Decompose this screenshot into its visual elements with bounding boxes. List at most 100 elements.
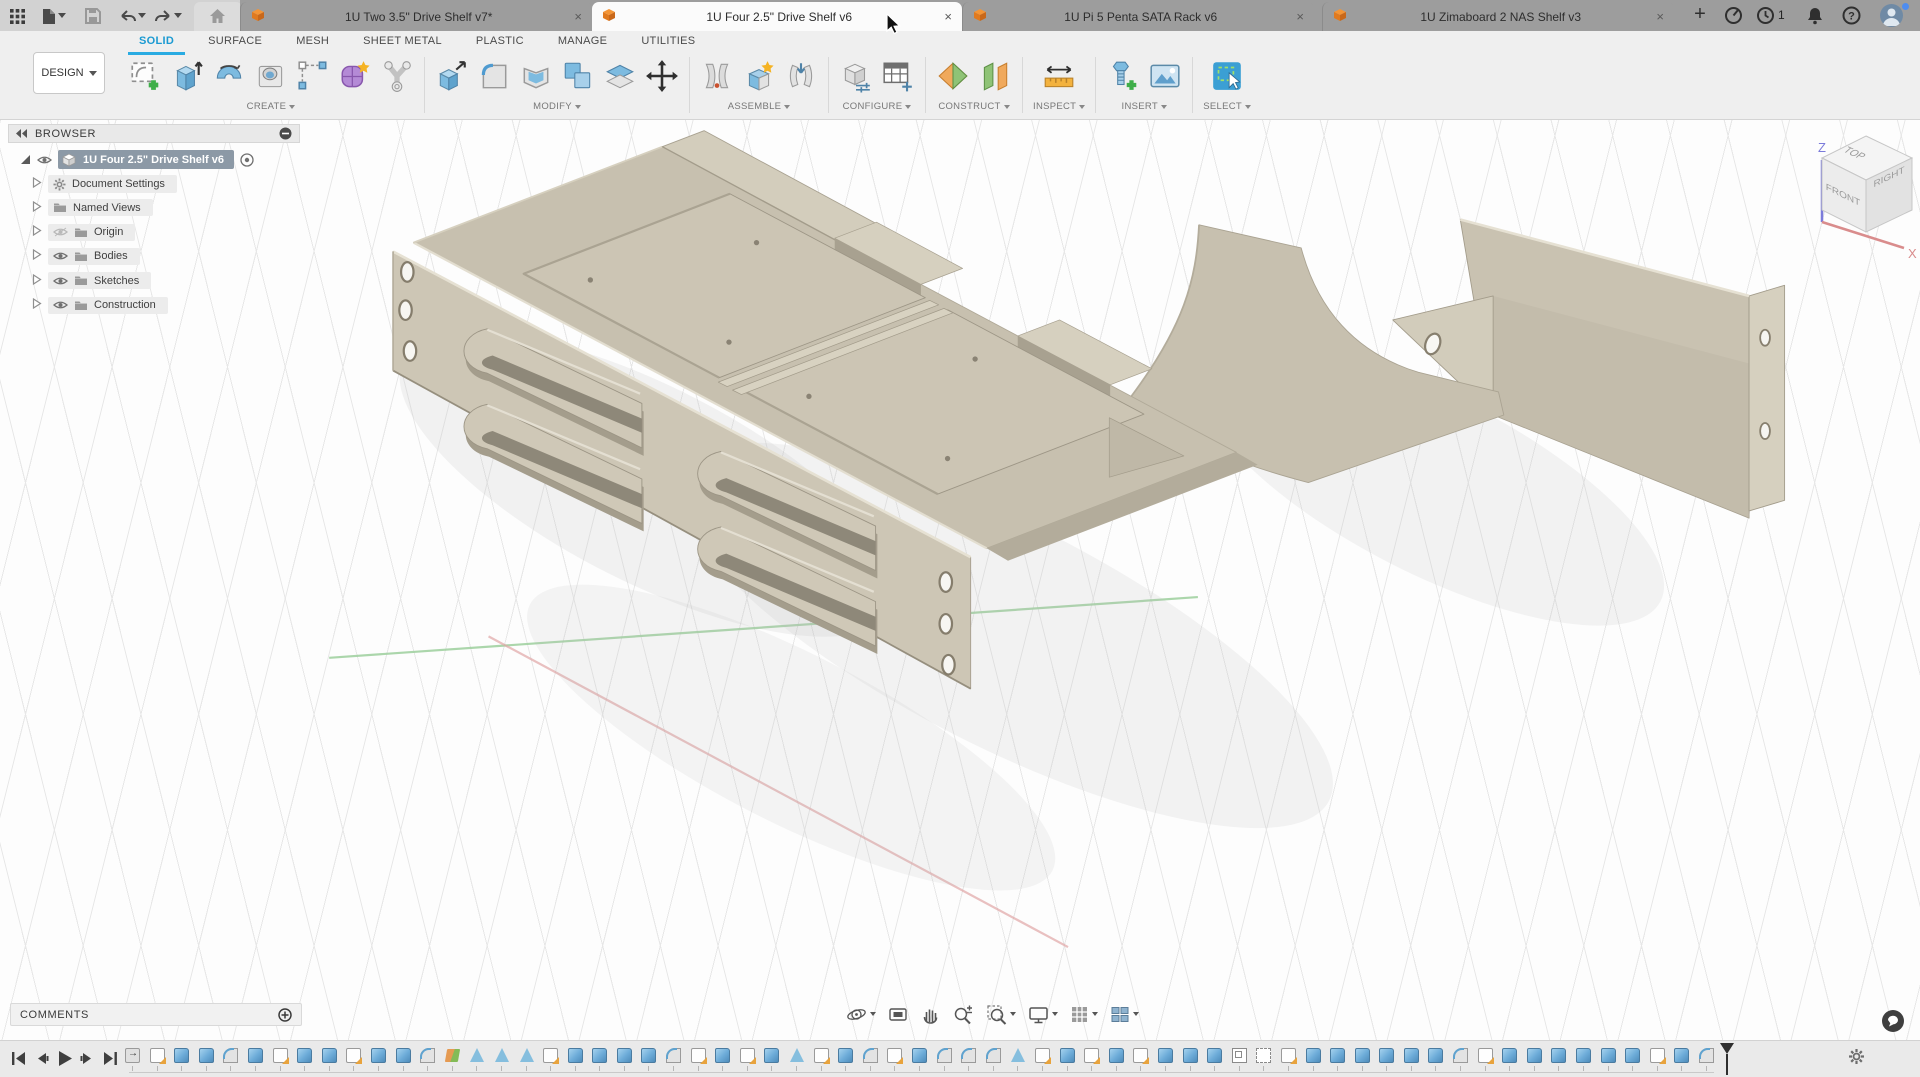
home-icon[interactable] (208, 7, 226, 25)
group-label-assemble[interactable]: ASSEMBLE (728, 101, 791, 112)
zoom-tool[interactable] (949, 1002, 977, 1027)
3d-viewport[interactable] (0, 120, 1920, 1077)
create-sketch-icon[interactable] (128, 59, 162, 93)
handle[interactable] (698, 451, 878, 578)
handle[interactable] (464, 404, 644, 531)
save-icon[interactable] (84, 7, 102, 25)
handle[interactable] (698, 527, 878, 654)
browser-root-item[interactable]: 1U Four 2.5" Drive Shelf v6 (20, 150, 254, 169)
handle[interactable] (464, 329, 644, 456)
window-zoom-menu-caret[interactable] (1010, 1012, 1016, 1016)
timeline-feature-sketch[interactable] (1133, 1047, 1149, 1065)
timeline-feature-ext[interactable] (371, 1047, 387, 1065)
timeline-feature-ext[interactable] (1330, 1047, 1346, 1065)
display-settings-toggle-icon[interactable] (279, 127, 292, 140)
insert-canvas-icon[interactable] (1148, 59, 1182, 93)
expand-root-icon[interactable] (20, 154, 31, 165)
pan-tool[interactable] (917, 1002, 943, 1026)
timeline-feature-ext[interactable] (838, 1047, 854, 1065)
comments-bar[interactable]: COMMENTS (10, 1003, 302, 1026)
timeline-feature-ext[interactable] (199, 1047, 215, 1065)
new-component-icon[interactable] (742, 59, 776, 93)
timeline-feature-mirror[interactable] (445, 1047, 461, 1065)
group-label-construct[interactable]: CONSTRUCT (938, 101, 1009, 112)
browser-item-bodies[interactable]: Bodies (32, 248, 140, 265)
shell-icon[interactable] (519, 59, 553, 93)
timeline-feature-ext[interactable] (1625, 1047, 1641, 1065)
group-label-inspect[interactable]: INSPECT (1033, 101, 1085, 112)
timeline-feature-ext[interactable] (912, 1047, 928, 1065)
timeline-feature-ext[interactable] (1601, 1047, 1617, 1065)
close-tab-icon[interactable]: × (1296, 10, 1304, 23)
timeline-position-marker[interactable] (1720, 1043, 1734, 1075)
timeline-feature-ext[interactable] (568, 1047, 584, 1065)
folder-icon[interactable] (74, 251, 88, 262)
combine-icon[interactable] (561, 59, 595, 93)
display-settings[interactable] (1025, 1003, 1061, 1026)
timeline-feature-sketch[interactable] (740, 1047, 756, 1065)
orbit-tool[interactable] (843, 1002, 879, 1027)
close-tab-icon[interactable]: × (574, 10, 582, 23)
file-menu-caret[interactable] (58, 13, 66, 18)
eye-icon[interactable] (53, 300, 68, 310)
redo-icon[interactable] (154, 7, 172, 25)
timeline-feature-ext[interactable] (1158, 1047, 1174, 1065)
close-tab-icon[interactable]: × (1656, 10, 1664, 23)
viewports-tool[interactable] (1107, 1003, 1142, 1026)
timeline-feature-ext[interactable] (1207, 1047, 1223, 1065)
move-copy-icon[interactable] (645, 59, 679, 93)
timeline-feature-pattern[interactable] (1232, 1047, 1248, 1065)
timeline-feature-ext[interactable] (1379, 1047, 1395, 1065)
browser-item-origin[interactable]: Origin (32, 224, 135, 241)
timeline-feature-ext[interactable] (174, 1047, 190, 1065)
undo-icon[interactable] (118, 7, 136, 25)
timeline-feature-ext[interactable] (1355, 1047, 1371, 1065)
joint-icon[interactable] (700, 59, 734, 93)
timeline-feature-sketch[interactable] (150, 1047, 166, 1065)
timeline-feature-ext[interactable] (1306, 1047, 1322, 1065)
timeline-feature-fil[interactable] (1453, 1047, 1469, 1065)
timeline-feature-fil[interactable] (961, 1047, 977, 1065)
configuration-icon[interactable] (839, 59, 873, 93)
timeline-feature-sketch[interactable] (273, 1047, 289, 1065)
expand-icon[interactable] (32, 225, 44, 239)
document-tab[interactable]: 1U Four 2.5" Drive Shelf v6× (592, 2, 962, 31)
ribbon-tab-utilities[interactable]: UTILITIES (624, 31, 712, 53)
avatar[interactable] (1880, 4, 1903, 27)
timeline-feature-ext[interactable] (396, 1047, 412, 1065)
timeline-feature-ext[interactable] (1576, 1047, 1592, 1065)
new-tab-button[interactable]: + (1688, 3, 1712, 26)
timeline-feature-sketch[interactable] (1084, 1047, 1100, 1065)
group-label-configure[interactable]: CONFIGURE (843, 101, 912, 112)
timeline-feature-draft[interactable] (1010, 1047, 1026, 1065)
timeline-feature-ext[interactable] (1527, 1047, 1543, 1065)
revolve-icon[interactable] (212, 59, 246, 93)
extrude-icon[interactable] (170, 59, 204, 93)
timeline-feature-ext[interactable] (248, 1047, 264, 1065)
clock-icon[interactable] (1756, 6, 1775, 30)
timeline-feature-fil[interactable] (937, 1047, 953, 1065)
group-label-select[interactable]: SELECT (1203, 101, 1251, 112)
add-comment-icon[interactable] (278, 1008, 292, 1022)
measure-icon[interactable] (1042, 59, 1076, 93)
expand-icon[interactable] (32, 274, 44, 288)
viewports-menu-caret[interactable] (1133, 1012, 1139, 1016)
timeline-feature-ext[interactable] (617, 1047, 633, 1065)
timeline-feature-ext[interactable] (297, 1047, 313, 1065)
display-settings-menu-caret[interactable] (1052, 1012, 1058, 1016)
window-zoom-tool[interactable] (983, 1002, 1019, 1027)
fillet-icon[interactable] (477, 59, 511, 93)
select-icon[interactable] (1210, 59, 1244, 93)
timeline-feature-sketch[interactable] (543, 1047, 559, 1065)
undo-menu-caret[interactable] (138, 13, 146, 18)
timeline-feature-fil[interactable] (666, 1047, 682, 1065)
folder-icon[interactable] (74, 275, 88, 286)
expand-icon[interactable] (32, 249, 44, 263)
eye-icon[interactable] (53, 251, 68, 261)
view-cube[interactable]: Z X TOP FRONT RIGHT (1796, 128, 1920, 268)
timeline-feature-form[interactable] (125, 1047, 141, 1065)
timeline-feature-ext[interactable] (641, 1047, 657, 1065)
timeline-feature-draft[interactable] (469, 1047, 485, 1065)
timeline-feature-ext[interactable] (322, 1047, 338, 1065)
timeline-feature-ext[interactable] (715, 1047, 731, 1065)
